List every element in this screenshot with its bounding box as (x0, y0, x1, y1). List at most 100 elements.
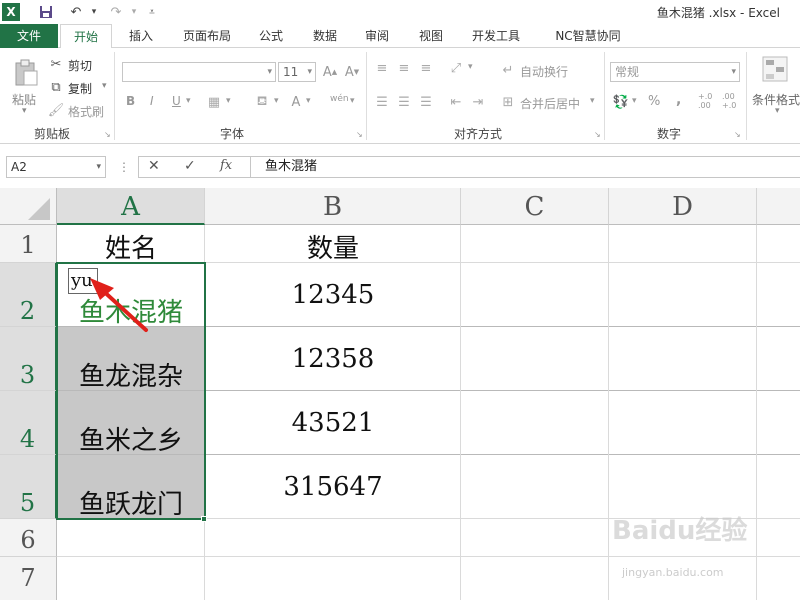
font-color-icon[interactable]: A (288, 94, 304, 110)
window-title: 鱼木混猪 .xlsx - Excel (656, 6, 780, 20)
align-left-icon[interactable]: ☰ (374, 94, 390, 110)
merge-center-dropdown-icon[interactable]: ▾ (590, 96, 595, 106)
cell-b3[interactable]: 12358 (205, 344, 461, 374)
wrap-text-icon: ↵ (502, 62, 514, 78)
name-box-value: A2 (11, 160, 27, 174)
formula-input[interactable]: 鱼木混猪 (250, 156, 800, 178)
bold-button[interactable]: B (126, 94, 135, 108)
watermark-url: jingyan.baidu.com (622, 566, 724, 579)
grow-font-icon[interactable]: A ▲ (322, 64, 338, 80)
fill-color-dropdown-icon[interactable]: ▾ (274, 96, 279, 106)
font-color-dropdown-icon[interactable]: ▾ (306, 96, 311, 106)
name-box[interactable]: A2 ▾ (6, 156, 106, 178)
row-header-2[interactable]: 2 (0, 263, 57, 327)
tab-developer[interactable]: 开发工具 (462, 24, 530, 48)
merge-center-button[interactable]: 合并后居中 (520, 95, 580, 112)
column-header-a[interactable]: A (57, 188, 205, 225)
cancel-entry-button[interactable]: ✕ (148, 158, 160, 174)
shrink-font-icon[interactable]: A ▼ (344, 64, 360, 80)
align-bottom-icon[interactable]: ≡ (418, 60, 434, 76)
tab-file[interactable]: 文件 (0, 24, 58, 48)
borders-icon[interactable]: ▦ (206, 94, 222, 110)
copy-button[interactable]: 复制 (68, 80, 92, 97)
cell-b1[interactable]: 数量 (205, 228, 461, 265)
font-size-combo[interactable]: 11 ▾ (278, 62, 316, 82)
ribbon-home: 粘贴 ▾ ✂ 剪切 ⧉ 复制 ▾ 🖌 格式刷 剪贴板 ↘ ▾ 11 ▾ A ▲ A ▼… (0, 48, 800, 144)
row-header-5[interactable]: 5 (0, 455, 57, 519)
cut-button[interactable]: 剪切 (68, 57, 92, 74)
row-header-6[interactable]: 6 (0, 519, 57, 557)
format-painter-icon: 🖌 (47, 102, 65, 118)
orientation-icon[interactable]: ⤢ (448, 60, 464, 76)
column-header-d[interactable]: D (609, 188, 757, 225)
tab-home[interactable]: 开始 (60, 24, 112, 49)
orientation-dropdown-icon[interactable]: ▾ (468, 62, 473, 72)
tab-data[interactable]: 数据 (302, 24, 348, 48)
enter-entry-button[interactable]: ✓ (184, 158, 196, 174)
align-right-icon[interactable]: ☰ (418, 94, 434, 110)
accounting-dropdown-icon[interactable]: ▾ (632, 96, 637, 106)
tab-formulas[interactable]: 公式 (248, 24, 294, 48)
tab-insert[interactable]: 插入 (116, 24, 166, 48)
font-size-value: 11 (283, 65, 299, 79)
gridline (608, 225, 609, 600)
font-name-combo[interactable]: ▾ (122, 62, 276, 82)
column-header-b[interactable]: B (205, 188, 461, 225)
name-box-dropdown-icon[interactable]: ▾ (96, 157, 101, 177)
tab-nc-collaboration[interactable]: NC智慧协同 (540, 24, 636, 48)
align-center-icon[interactable]: ☰ (396, 94, 412, 110)
alignment-group-label: 对齐方式 (453, 127, 502, 141)
phonetic-dropdown-icon[interactable]: ▾ (350, 96, 355, 106)
decrease-decimal-button[interactable]: .00 +.0 (722, 92, 744, 110)
copy-dropdown-icon[interactable]: ▾ (102, 81, 107, 91)
decrease-indent-icon[interactable]: ⇤ (448, 94, 464, 110)
tab-view[interactable]: 视图 (408, 24, 454, 48)
column-header-c[interactable]: C (461, 188, 609, 225)
number-launcher-icon[interactable]: ↘ (734, 130, 741, 139)
insert-function-button[interactable]: fx (220, 158, 232, 173)
cell-b4[interactable]: 43521 (205, 408, 461, 438)
format-painter-button[interactable]: 格式刷 (68, 103, 104, 120)
row-header-4[interactable]: 4 (0, 391, 57, 455)
ribbon-tabs: 文件 开始 插入 页面布局 公式 数据 审阅 视图 开发工具 NC智慧协同 (0, 24, 800, 49)
row-header-1[interactable]: 1 (0, 225, 57, 263)
underline-button[interactable]: U (172, 94, 181, 108)
fill-handle[interactable] (201, 516, 207, 522)
percent-button[interactable]: % (648, 94, 660, 109)
fill-color-icon[interactable]: ⛾ (254, 94, 270, 110)
align-top-icon[interactable]: ≡ (374, 60, 390, 76)
column-header-e[interactable] (757, 188, 800, 225)
phonetic-button[interactable]: wén (330, 94, 349, 104)
comma-button[interactable]: , (676, 92, 681, 108)
number-group-label: 数字 (656, 127, 681, 141)
annotation-arrow-icon (90, 278, 148, 332)
select-all-corner[interactable] (0, 188, 57, 225)
alignment-launcher-icon[interactable]: ↘ (594, 130, 601, 139)
borders-dropdown-icon[interactable]: ▾ (226, 96, 231, 106)
row-header-3[interactable]: 3 (0, 327, 57, 391)
conditional-format-dropdown-icon[interactable]: ▾ (775, 106, 780, 116)
font-group-label: 字体 (219, 127, 244, 141)
underline-dropdown-icon[interactable]: ▾ (186, 96, 191, 106)
increase-indent-icon[interactable]: ⇥ (470, 94, 486, 110)
align-middle-icon[interactable]: ≡ (396, 60, 412, 76)
watermark-logo: Baidu经验 (612, 516, 748, 546)
title-bar: X ↶ ▾ ↷ ▾ ⩡ 鱼木混猪 .xlsx - Excel (0, 0, 800, 24)
clipboard-group-label: 剪贴板 (33, 127, 70, 141)
wrap-text-button[interactable]: 自动换行 (520, 63, 568, 80)
number-format-combo[interactable]: 常规 ▾ (610, 62, 740, 82)
clipboard-launcher-icon[interactable]: ↘ (104, 130, 111, 139)
paste-dropdown-icon[interactable]: ▾ (22, 106, 27, 116)
paste-icon[interactable] (12, 58, 40, 88)
tab-page-layout[interactable]: 页面布局 (172, 24, 242, 48)
cell-b5[interactable]: 315647 (205, 472, 461, 502)
row-header-7[interactable]: 7 (0, 557, 57, 600)
accounting-format-icon[interactable]: 💱 (612, 94, 630, 110)
cell-b2[interactable]: 12345 (205, 280, 461, 310)
formula-bar-splitter[interactable]: ⋮ (118, 160, 130, 174)
increase-decimal-button[interactable]: +.0 .00 (698, 92, 720, 110)
font-launcher-icon[interactable]: ↘ (356, 130, 363, 139)
cell-a1[interactable]: 姓名 (57, 228, 205, 265)
tab-review[interactable]: 审阅 (354, 24, 400, 48)
italic-button[interactable]: I (150, 94, 154, 108)
